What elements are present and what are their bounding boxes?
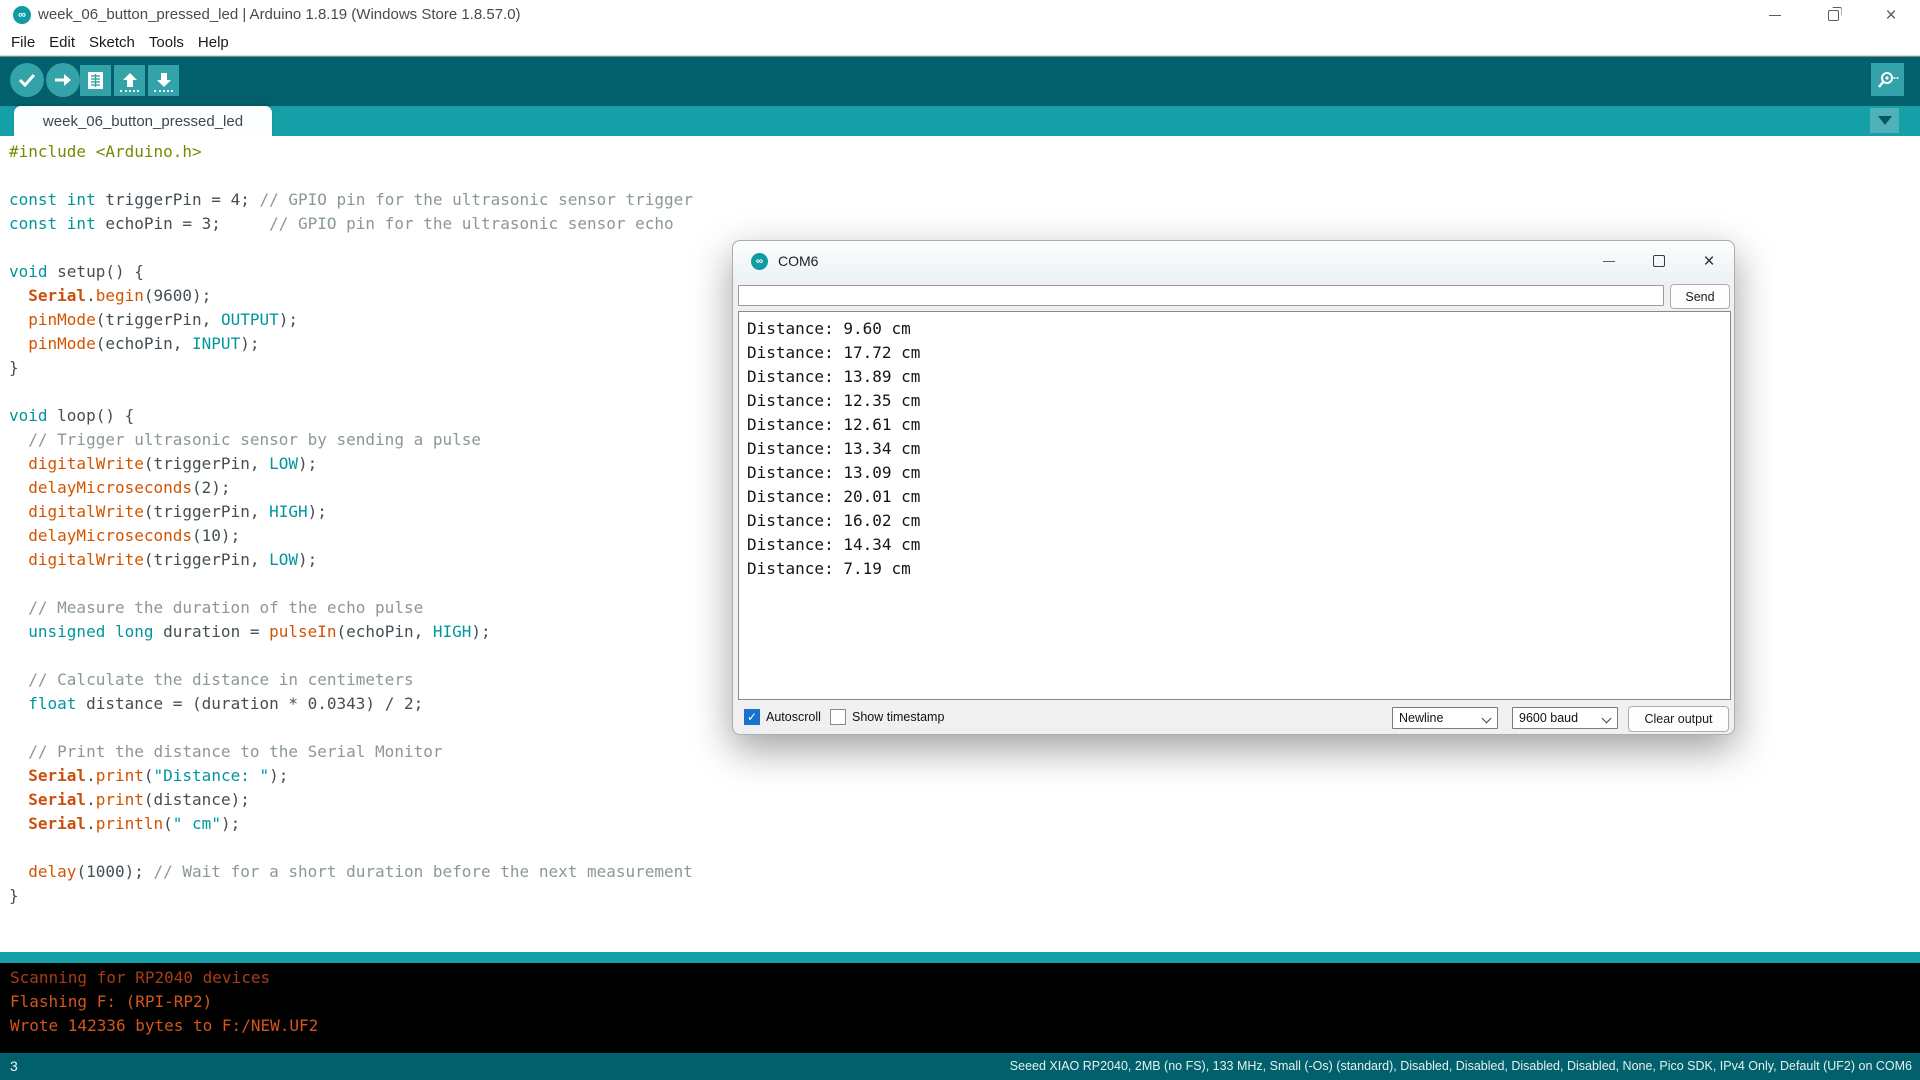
console-line: Wrote 142336 bytes to F:/NEW.UF2 <box>10 1014 1920 1038</box>
console-line: Scanning for RP2040 devices <box>10 966 1920 990</box>
show-timestamp-checkbox[interactable] <box>830 709 846 725</box>
close-icon: × <box>1885 6 1896 25</box>
serial-close-button[interactable]: × <box>1684 241 1734 281</box>
minimize-icon <box>1769 15 1781 16</box>
maximize-icon <box>1653 255 1665 267</box>
send-button-label: Send <box>1685 290 1714 304</box>
arrow-down-icon <box>156 73 172 88</box>
serial-output-line: Distance: 13.09 cm <box>747 461 1722 485</box>
code-line: const int echoPin = 3; // GPIO pin for t… <box>9 212 1920 236</box>
tab-dropdown-button[interactable] <box>1870 108 1899 133</box>
serial-output-line: Distance: 17.72 cm <box>747 341 1722 365</box>
minimize-button[interactable] <box>1746 0 1804 30</box>
menu-file[interactable]: File <box>4 34 42 51</box>
serial-output-line: Distance: 12.61 cm <box>747 413 1722 437</box>
serial-minimize-button[interactable] <box>1584 241 1634 281</box>
restore-button[interactable] <box>1804 0 1862 30</box>
menu-help[interactable]: Help <box>191 34 236 51</box>
tab-bar: week_06_button_pressed_led <box>0 106 1920 136</box>
code-line <box>9 164 1920 188</box>
cursor-line-number: 3 <box>10 1053 18 1080</box>
serial-monitor-window: ∞ COM6 × Send Distance: 9.60 cmDistance:… <box>732 240 1735 735</box>
arrow-up-icon <box>122 73 138 88</box>
toolbar <box>0 57 1920 106</box>
close-button[interactable]: × <box>1862 0 1920 30</box>
serial-monitor-titlebar[interactable]: ∞ COM6 × <box>733 241 1734 281</box>
code-line <box>9 836 1920 860</box>
upload-button[interactable] <box>46 63 80 97</box>
code-line: } <box>9 884 1920 908</box>
serial-output-line: Distance: 13.89 cm <box>747 365 1722 389</box>
autoscroll-label: Autoscroll <box>766 709 821 725</box>
code-line: Serial.print("Distance: "); <box>9 764 1920 788</box>
save-sketch-button[interactable] <box>148 65 179 96</box>
menu-bar: File Edit Sketch Tools Help <box>0 30 1920 56</box>
send-button[interactable]: Send <box>1670 284 1730 309</box>
chevron-down-icon <box>1482 714 1492 724</box>
code-line: #include <Arduino.h> <box>9 140 1920 164</box>
arrow-right-icon <box>54 73 72 87</box>
window-title: week_06_button_pressed_led | Arduino 1.8… <box>38 0 521 30</box>
check-icon <box>18 73 36 87</box>
serial-output-line: Distance: 16.02 cm <box>747 509 1722 533</box>
magnifier-icon <box>1877 71 1899 89</box>
serial-send-input[interactable] <box>738 285 1664 306</box>
serial-output-area[interactable]: Distance: 9.60 cmDistance: 17.72 cmDista… <box>738 311 1731 700</box>
serial-monitor-title: COM6 <box>778 253 1584 269</box>
code-line: Serial.print(distance); <box>9 788 1920 812</box>
console-line: Flashing F: (RPI-RP2) <box>10 990 1920 1014</box>
restore-icon <box>1828 10 1839 21</box>
line-ending-value: Newline <box>1399 711 1443 725</box>
show-timestamp-label: Show timestamp <box>852 709 944 725</box>
baud-rate-value: 9600 baud <box>1519 711 1578 725</box>
arduino-logo-icon: ∞ <box>13 6 31 24</box>
serial-monitor-controls: ✓ Autoscroll Show timestamp Newline 9600… <box>733 703 1736 735</box>
serial-output-line: Distance: 7.19 cm <box>747 557 1722 581</box>
code-line: delay(1000); // Wait for a short duratio… <box>9 860 1920 884</box>
open-sketch-button[interactable] <box>114 65 145 96</box>
chevron-down-icon <box>1878 116 1892 125</box>
arduino-logo-icon: ∞ <box>751 253 768 270</box>
baud-rate-select[interactable]: 9600 baud <box>1512 707 1618 729</box>
chevron-down-icon <box>1602 714 1612 724</box>
menu-edit[interactable]: Edit <box>42 34 82 51</box>
serial-output-line: Distance: 9.60 cm <box>747 317 1722 341</box>
tab-sketch[interactable]: week_06_button_pressed_led <box>14 106 272 136</box>
status-bar: 3 Seeed XIAO RP2040, 2MB (no FS), 133 MH… <box>0 1053 1920 1080</box>
dotted-line <box>120 90 139 92</box>
document-icon <box>87 71 104 90</box>
serial-output-line: Distance: 14.34 cm <box>747 533 1722 557</box>
dotted-line <box>154 90 173 92</box>
console-output: Scanning for RP2040 devicesFlashing F: (… <box>0 963 1920 1053</box>
menu-sketch[interactable]: Sketch <box>82 34 142 51</box>
serial-monitor-button[interactable] <box>1871 63 1904 96</box>
code-line: Serial.println(" cm"); <box>9 812 1920 836</box>
clear-output-label: Clear output <box>1644 712 1712 726</box>
new-sketch-button[interactable] <box>80 65 111 96</box>
tab-label: week_06_button_pressed_led <box>43 113 243 130</box>
serial-output-line: Distance: 13.34 cm <box>747 437 1722 461</box>
minimize-icon <box>1603 261 1615 262</box>
line-ending-select[interactable]: Newline <box>1392 707 1498 729</box>
menu-tools[interactable]: Tools <box>142 34 191 51</box>
serial-output-line: Distance: 12.35 cm <box>747 389 1722 413</box>
serial-output-line: Distance: 20.01 cm <box>747 485 1722 509</box>
code-line: const int triggerPin = 4; // GPIO pin fo… <box>9 188 1920 212</box>
board-info: Seeed XIAO RP2040, 2MB (no FS), 133 MHz,… <box>1010 1053 1912 1080</box>
code-line: // Print the distance to the Serial Moni… <box>9 740 1920 764</box>
verify-button[interactable] <box>10 63 44 97</box>
serial-maximize-button[interactable] <box>1634 241 1684 281</box>
close-icon: × <box>1703 252 1714 271</box>
clear-output-button[interactable]: Clear output <box>1628 706 1729 732</box>
editor-console-divider[interactable] <box>0 952 1920 963</box>
autoscroll-checkbox[interactable]: ✓ <box>744 709 760 725</box>
main-titlebar: ∞ week_06_button_pressed_led | Arduino 1… <box>0 0 1920 30</box>
